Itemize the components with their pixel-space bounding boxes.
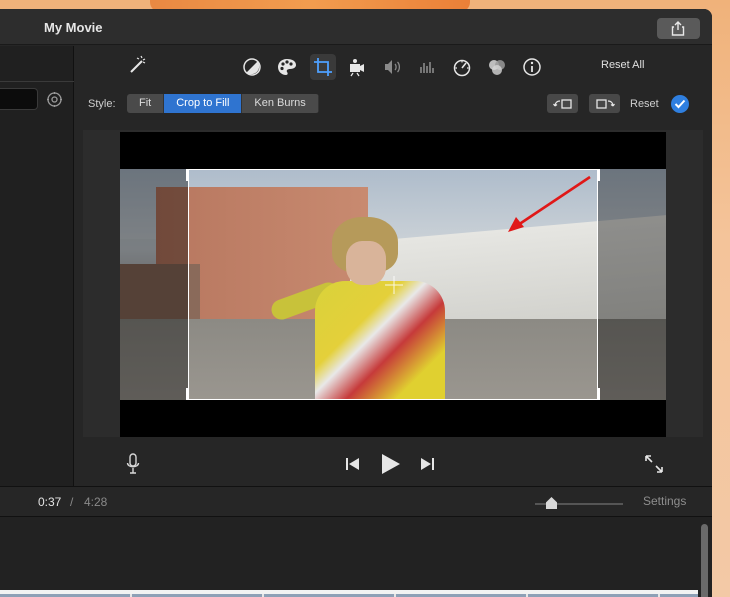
microphone-icon[interactable] (126, 453, 140, 475)
timeline-settings-button[interactable]: Settings (643, 494, 686, 508)
style-crop-to-fill-button[interactable]: Crop to Fill (164, 94, 243, 113)
share-icon (671, 21, 685, 36)
timeline-zoom-slider-thumb[interactable] (546, 497, 557, 509)
timecode-separator: / (70, 495, 74, 509)
crop-icon[interactable] (310, 54, 336, 80)
rotate-right-button[interactable] (589, 94, 620, 113)
stabilization-camera-icon[interactable] (345, 55, 369, 79)
timeline-area[interactable] (0, 516, 712, 597)
color-correction-palette-icon[interactable] (275, 55, 299, 79)
library-search-field[interactable] (0, 88, 38, 110)
red-annotation-arrow (508, 175, 591, 232)
playback-controls (83, 449, 703, 483)
checkmark-icon (674, 99, 686, 109)
skip-back-icon[interactable] (345, 457, 361, 471)
skip-forward-icon[interactable] (419, 457, 435, 471)
clip-filter-icon[interactable] (485, 55, 509, 79)
reset-crop-button[interactable]: Reset (630, 98, 659, 110)
total-duration: 4:28 (84, 495, 108, 509)
window-title: My Movie (44, 20, 103, 35)
rotate-counterclockwise-icon (552, 99, 572, 109)
timeline-scrollbar[interactable] (701, 524, 708, 597)
title-bar: My Movie (0, 9, 712, 45)
current-timecode: 0:37 (38, 495, 62, 509)
color-balance-icon[interactable] (240, 55, 264, 79)
crop-style-bar: Style: Fit Crop to Fill Ken Burns Reset (75, 89, 712, 119)
timeline-header: 0:37 / 4:28 Settings (0, 487, 712, 515)
fullscreen-expand-icon[interactable] (644, 454, 664, 474)
rotate-clockwise-icon (595, 99, 615, 109)
style-ken-burns-button[interactable]: Ken Burns (242, 94, 319, 113)
video-viewer (83, 130, 703, 437)
video-frame-image (120, 169, 666, 400)
style-label: Style: (88, 98, 116, 110)
reset-all-button[interactable]: Reset All (601, 59, 644, 71)
volume-icon[interactable] (380, 55, 404, 79)
apply-crop-button[interactable] (671, 95, 689, 113)
play-icon[interactable] (380, 452, 402, 476)
info-icon[interactable] (520, 55, 544, 79)
rotate-left-button[interactable] (547, 94, 578, 113)
crop-style-segmented-control: Fit Crop to Fill Ken Burns (127, 94, 319, 113)
left-sidebar (0, 46, 74, 486)
imovie-window: My Movie Reset All Style: Fit Crop to Fi… (0, 9, 712, 597)
adjustments-toolbar: Reset All (75, 46, 712, 86)
speed-gauge-icon[interactable] (450, 55, 474, 79)
magic-wand-icon[interactable] (126, 52, 150, 76)
style-fit-button[interactable]: Fit (127, 94, 165, 113)
gear-icon[interactable] (46, 91, 63, 108)
share-button[interactable] (657, 18, 700, 39)
noise-reduction-equalizer-icon[interactable] (415, 55, 439, 79)
sidebar-divider (0, 81, 74, 82)
